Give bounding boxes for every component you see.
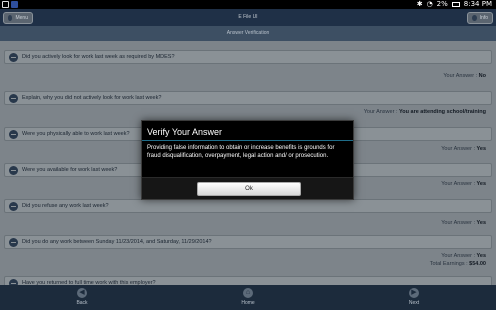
question-text: Did you do any work between Sunday 11/23… bbox=[22, 239, 212, 245]
collapse-icon bbox=[9, 165, 18, 175]
back-label: Back bbox=[76, 300, 88, 306]
answer-text: Your Answer : Yes bbox=[441, 253, 486, 259]
home-icon: ⌂ bbox=[243, 288, 253, 298]
answer-text: Your Answer : Yes bbox=[441, 146, 486, 152]
list-item[interactable]: Explain, why you did not actively look f… bbox=[4, 91, 492, 105]
question-text: Explain, why you did not actively look f… bbox=[22, 95, 162, 101]
app-header: Menu E File UI Info bbox=[0, 9, 496, 26]
answer-text: Your Answer : Yes bbox=[441, 220, 486, 226]
collapse-icon bbox=[9, 52, 18, 62]
collapse-icon bbox=[9, 129, 18, 139]
arrow-left-icon: ◀ bbox=[77, 288, 87, 298]
question-text: Did you actively look for work last week… bbox=[22, 54, 175, 60]
question-text: Were you available for work last week? bbox=[22, 167, 118, 173]
arrow-right-icon: ▶ bbox=[409, 288, 419, 298]
collapse-icon bbox=[9, 93, 18, 103]
answer-text: Your Answer : Yes bbox=[441, 181, 486, 187]
list-item[interactable]: Did you refuse any work last week? bbox=[4, 199, 492, 213]
earnings-text: Total Earnings : $54.00 bbox=[429, 261, 486, 267]
next-button[interactable]: ▶ Next bbox=[394, 288, 434, 306]
bluetooth-icon: ✱ bbox=[416, 0, 423, 8]
back-button[interactable]: ◀ Back bbox=[62, 288, 102, 306]
page-title: Answer Verification bbox=[0, 26, 496, 41]
dialog-divider bbox=[142, 140, 353, 141]
collapse-icon bbox=[9, 237, 18, 247]
next-label: Next bbox=[408, 300, 420, 306]
dialog-footer: Ok bbox=[142, 177, 353, 199]
ok-button[interactable]: Ok bbox=[197, 182, 301, 196]
dialog-message: Providing false information to obtain or… bbox=[147, 145, 335, 159]
dialog-title: Verify Your Answer bbox=[147, 127, 223, 137]
info-button[interactable]: Info bbox=[467, 12, 493, 24]
answer-text: Your Answer : No bbox=[443, 73, 486, 79]
app-title: E File UI bbox=[238, 14, 258, 20]
status-bar: ✱ ◔ 2% 8:34 PM bbox=[0, 0, 496, 9]
question-text: Were you physically able to work last we… bbox=[22, 131, 130, 137]
verify-dialog: Verify Your Answer Providing false infor… bbox=[141, 120, 354, 200]
app-notification-icon bbox=[11, 1, 18, 8]
list-item[interactable]: Did you do any work between Sunday 11/23… bbox=[4, 235, 492, 249]
battery-percent: 2% bbox=[436, 0, 448, 8]
question-text: Did you refuse any work last week? bbox=[22, 203, 109, 209]
info-icon bbox=[472, 15, 477, 21]
answer-text: Your Answer : You are attending school/t… bbox=[363, 109, 486, 115]
wifi-icon: ◔ bbox=[426, 0, 433, 8]
info-label: Info bbox=[479, 15, 488, 21]
battery-icon bbox=[451, 2, 460, 7]
screenshot-icon bbox=[2, 1, 9, 8]
bottom-nav: ◀ Back ⌂ Home ▶ Next bbox=[0, 285, 496, 310]
collapse-icon bbox=[9, 201, 18, 211]
clock: 8:34 PM bbox=[463, 0, 492, 8]
home-label: Home bbox=[241, 300, 255, 306]
home-button[interactable]: ⌂ Home bbox=[228, 288, 268, 306]
list-item[interactable]: Did you actively look for work last week… bbox=[4, 50, 492, 64]
